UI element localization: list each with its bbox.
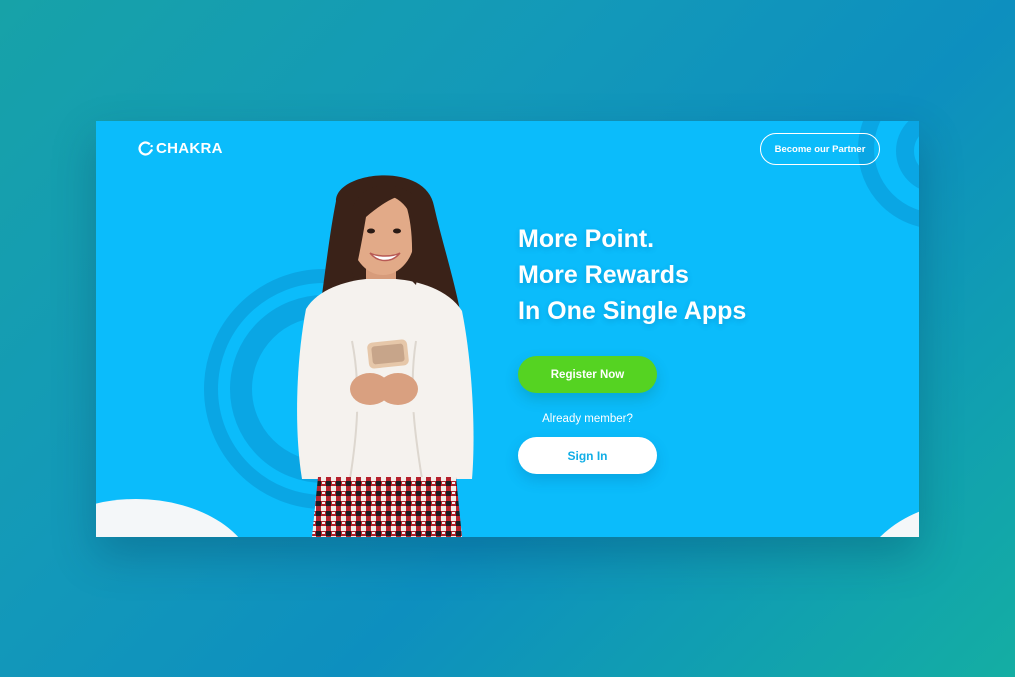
headline-line-3: In One Single Apps: [518, 297, 747, 325]
corner-wave-right: [856, 501, 919, 537]
sign-in-button[interactable]: Sign In: [518, 437, 657, 474]
corner-wave-left: [96, 499, 256, 537]
chakra-logo-icon: [138, 141, 153, 156]
already-member-text: Already member?: [542, 413, 633, 425]
register-now-button[interactable]: Register Now: [518, 356, 657, 393]
brand-logo[interactable]: CHAKRA: [137, 140, 223, 157]
headline-line-1: More Point.: [518, 225, 655, 253]
hero-headline: More Point. More Rewards In One Single A…: [518, 221, 746, 329]
headline-line-2: More Rewards: [518, 261, 689, 289]
brand-name: CHAKRA: [156, 140, 223, 157]
become-partner-button[interactable]: Become our Partner: [760, 133, 880, 165]
hero-person-image: [297, 175, 474, 537]
landing-card: CHAKRA Become our Partner More Point. Mo…: [96, 121, 919, 537]
